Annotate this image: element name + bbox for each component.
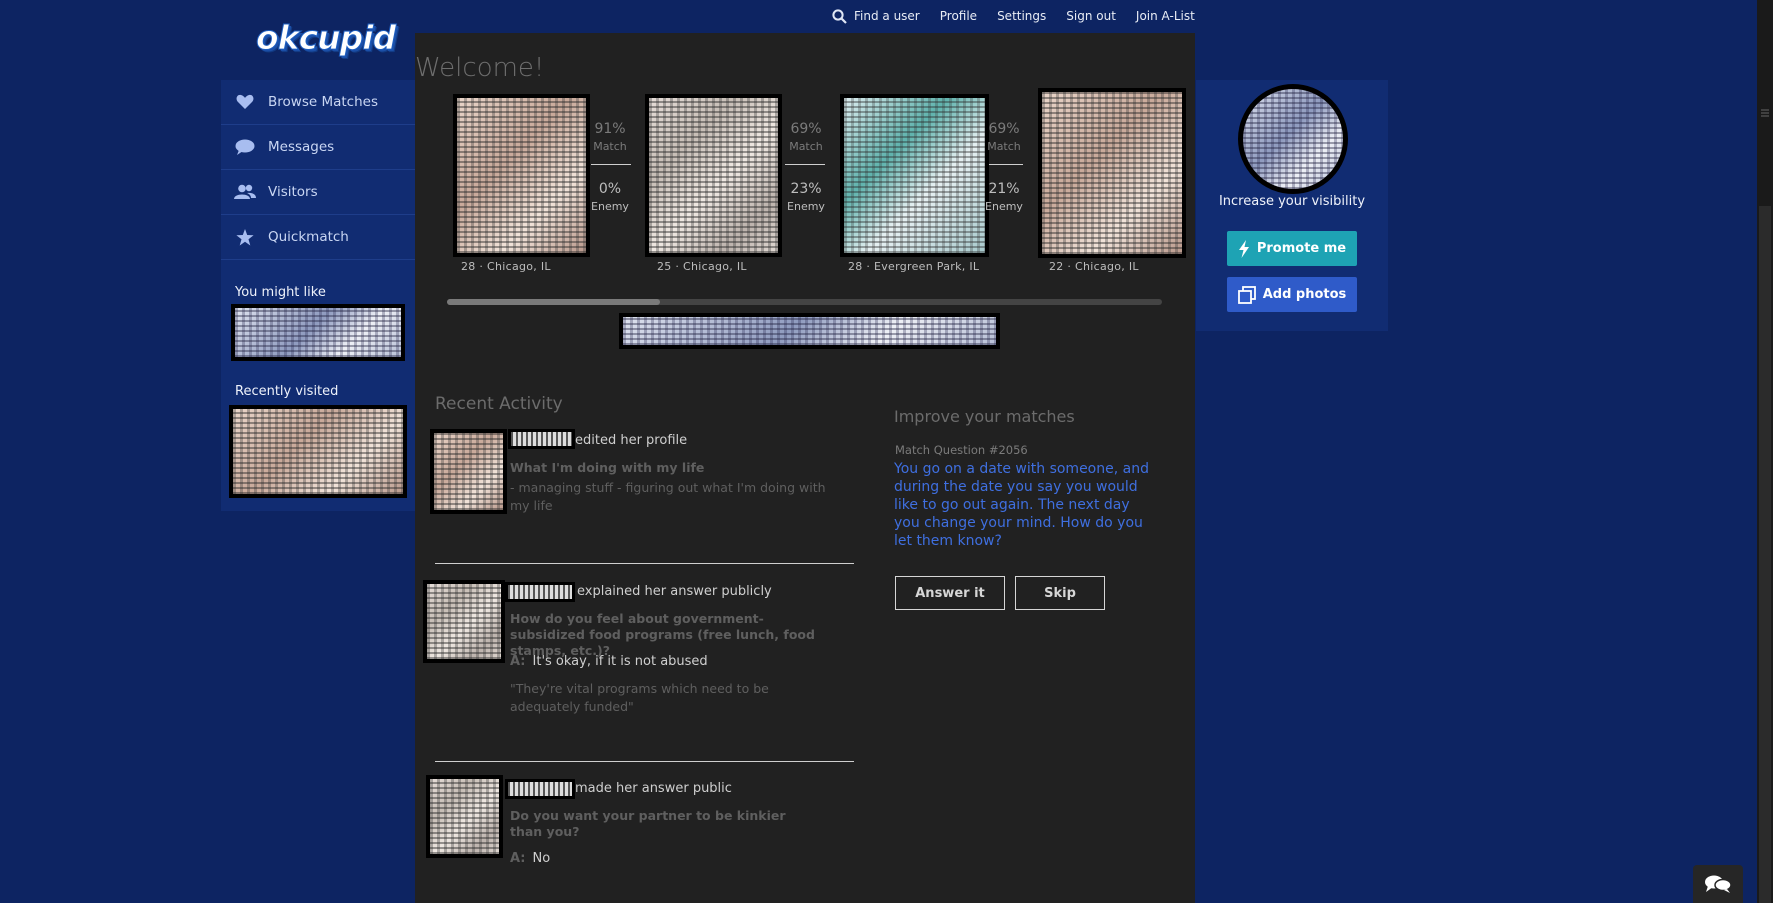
add-photos-button[interactable]: Add photos [1227, 277, 1357, 312]
photos-icon [1237, 285, 1256, 304]
sidebar-item-label: Messages [268, 139, 335, 155]
settings-link[interactable]: Settings [997, 9, 1046, 23]
activity-question: How do you feel about government-subsidi… [510, 611, 815, 658]
recently-visited-thumbnails[interactable] [229, 405, 407, 498]
answer-it-button[interactable]: Answer it [895, 576, 1005, 610]
answer-value: It's okay, if it is not abused [532, 654, 708, 669]
activity-action: edited her profile [575, 433, 688, 448]
divider [989, 164, 1023, 165]
divider [785, 164, 825, 165]
search-icon [832, 8, 847, 24]
enemy-percent: 0% [598, 181, 622, 197]
star-icon [234, 228, 256, 246]
sidebar-item-messages[interactable]: Messages [221, 125, 415, 170]
enemy-percent: 23% [790, 181, 822, 197]
answer-value: No [532, 851, 551, 866]
recently-visited-heading: Recently visited [235, 384, 339, 399]
recent-activity-heading: Recent Activity [435, 394, 563, 414]
match-photo[interactable] [645, 94, 782, 257]
sidebar: Browse Matches Messages Visitors Quickma… [221, 80, 415, 511]
lightning-icon [1238, 239, 1249, 258]
match-photo[interactable] [840, 94, 989, 257]
activity-divider [435, 761, 854, 762]
improve-matches-heading: Improve your matches [894, 407, 1075, 426]
match-location: 28 · Evergreen Park, IL [848, 260, 980, 273]
match-percent: 69% [790, 121, 822, 137]
sidebar-item-quickmatch[interactable]: Quickmatch [221, 215, 415, 260]
match-label: Match [987, 140, 1021, 153]
divider [591, 164, 631, 165]
promote-me-label: Promote me [1256, 241, 1347, 256]
activity-divider [435, 563, 854, 564]
match-label: Match [593, 140, 627, 153]
match-location: 25 · Chicago, IL [657, 260, 747, 273]
activity-user-name[interactable] [508, 429, 575, 449]
find-user-link[interactable]: Find a user [832, 8, 920, 24]
skip-button[interactable]: Skip [1015, 576, 1105, 610]
activity-answer: - managing stuff - figuring out what I'm… [510, 480, 826, 513]
visibility-text: Increase your visibility [1218, 194, 1366, 209]
sidebar-item-browse-matches[interactable]: Browse Matches [221, 80, 415, 125]
page-scrollbar[interactable] [1757, 0, 1773, 903]
activity-answer: A: No [510, 851, 550, 866]
activity-action: made her answer public [575, 781, 732, 796]
avatar[interactable] [1238, 84, 1348, 194]
promote-me-button[interactable]: Promote me [1227, 231, 1357, 266]
match-question-text[interactable]: You go on a date with someone, and durin… [894, 460, 1154, 550]
you-might-like-thumbnails[interactable] [231, 304, 405, 361]
sidebar-item-label: Quickmatch [268, 229, 349, 245]
carousel-scrollbar[interactable] [447, 299, 1162, 305]
welcome-heading: Welcome! [415, 53, 545, 83]
sidebar-item-label: Browse Matches [268, 94, 378, 110]
answer-prefix: A: [510, 654, 526, 669]
join-alist-link[interactable]: Join A-List [1136, 9, 1195, 23]
answer-prefix: A: [510, 851, 526, 866]
sidebar-item-label: Visitors [268, 184, 318, 200]
page-scrollbar-thumb[interactable] [1759, 206, 1771, 903]
match-percent: 69% [988, 121, 1020, 137]
chat-bubbles-icon [1705, 875, 1732, 893]
speech-bubble-icon [234, 139, 256, 156]
activity-explanation: "They're vital programs which need to be… [510, 681, 769, 714]
activity-question: What I'm doing with my life [510, 460, 705, 475]
sign-out-link[interactable]: Sign out [1066, 9, 1116, 23]
enemy-label: Enemy [787, 200, 825, 213]
chat-button[interactable] [1693, 865, 1743, 903]
enemy-percent: 21% [988, 181, 1020, 197]
activity-user-photo[interactable] [423, 580, 505, 663]
okcupid-logo[interactable]: okcupid [255, 18, 396, 58]
enemy-label: Enemy [591, 200, 629, 213]
activity-user-name[interactable] [505, 779, 575, 799]
you-might-like-heading: You might like [235, 285, 326, 300]
activity-user-photo[interactable] [430, 429, 507, 514]
find-user-label: Find a user [854, 9, 920, 23]
match-percent: 91% [594, 121, 626, 137]
profile-link[interactable]: Profile [940, 9, 977, 23]
activity-question: Do you want your partner to be kinkier t… [510, 808, 786, 839]
people-icon [234, 184, 256, 200]
carousel-scrollbar-thumb[interactable] [447, 299, 660, 305]
match-photo[interactable] [453, 94, 590, 257]
add-photos-label: Add photos [1262, 287, 1347, 302]
sidebar-item-visitors[interactable]: Visitors [221, 170, 415, 215]
activity-answer: A: It's okay, if it is not abused [510, 654, 708, 669]
enemy-label: Enemy [985, 200, 1023, 213]
scroll-grip-icon [1761, 109, 1769, 117]
match-question-number: Match Question #2056 [895, 443, 1028, 457]
match-photo[interactable] [1038, 88, 1186, 258]
activity-action: explained her answer publicly [577, 584, 772, 599]
heart-icon [234, 94, 256, 110]
blurred-banner[interactable] [619, 313, 1000, 349]
activity-user-photo[interactable] [426, 775, 503, 858]
top-navigation: Find a user Profile Settings Sign out Jo… [832, 7, 1215, 25]
match-label: Match [789, 140, 823, 153]
activity-user-name[interactable] [505, 582, 575, 602]
match-location: 22 · Chicago, IL [1049, 260, 1139, 273]
match-location: 28 · Chicago, IL [461, 260, 551, 273]
